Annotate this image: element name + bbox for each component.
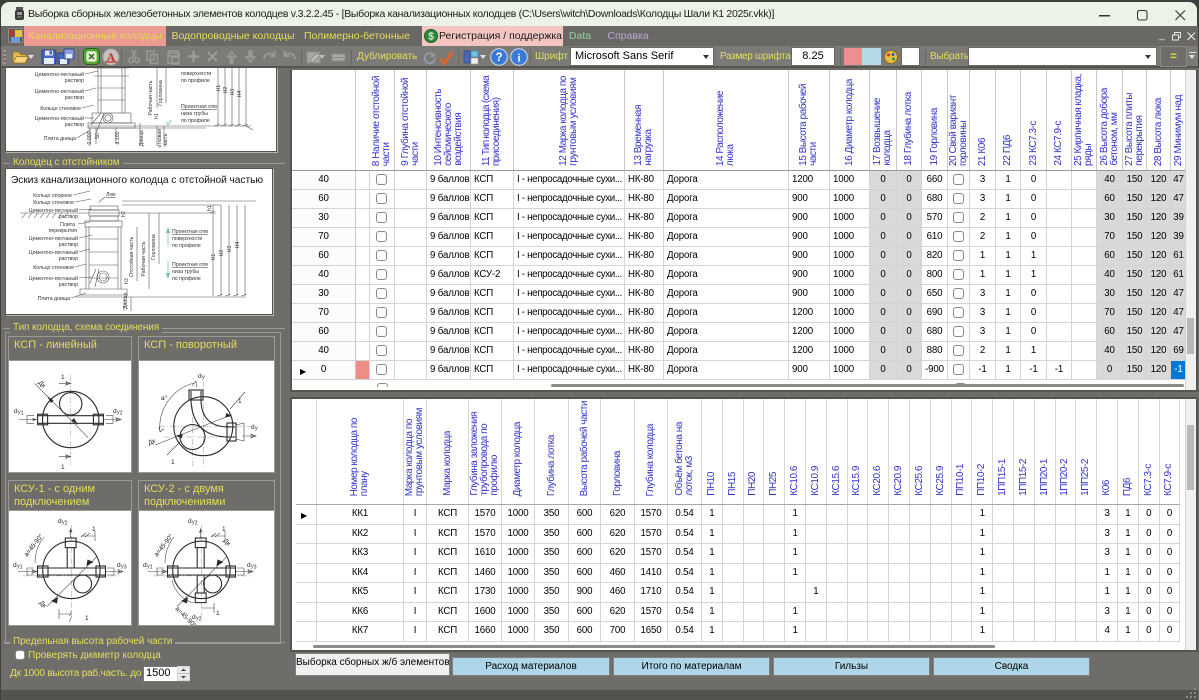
svg-text:Кольцо стеновое: Кольцо стеновое bbox=[33, 200, 74, 206]
svg-text:раствор: раствор bbox=[59, 256, 78, 262]
svg-text:низа трубы: низа трубы bbox=[172, 269, 199, 275]
svg-text:Н3: Н3 bbox=[230, 89, 236, 96]
svg-text:Цементно-песчаный: Цементно-песчаный bbox=[29, 235, 78, 242]
svg-text:Проектная отм: Проектная отм bbox=[172, 229, 208, 235]
svg-text:поверхности: поверхности bbox=[181, 71, 211, 77]
svg-text:1: 1 bbox=[85, 615, 89, 622]
svg-text:$: $ bbox=[428, 32, 434, 43]
svg-text:dУ2: dУ2 bbox=[58, 518, 68, 527]
svg-text:dУ3: dУ3 bbox=[117, 562, 127, 571]
svg-text:a°: a° bbox=[161, 394, 168, 402]
svg-text:Проектная отм: Проектная отм bbox=[172, 262, 208, 268]
svg-text:Проектная отм: Проектная отм bbox=[181, 104, 217, 110]
svg-text:dУ1: dУ1 bbox=[14, 408, 24, 417]
svg-text:Горловина: Горловина bbox=[151, 234, 157, 260]
svg-text:dУ3: dУ3 bbox=[247, 562, 257, 571]
svg-text:Горловина: Горловина bbox=[158, 80, 164, 106]
svg-text:низа трубы: низа трубы bbox=[181, 111, 208, 117]
svg-text:h1: h1 bbox=[207, 205, 213, 211]
svg-text:1: 1 bbox=[216, 610, 220, 617]
svg-text:1: 1 bbox=[222, 526, 226, 533]
svg-text:Рабочая часть: Рабочая часть bbox=[148, 80, 154, 115]
svg-text:перекрытия: перекрытия bbox=[49, 228, 78, 234]
svg-text:Н1: Н1 bbox=[216, 85, 222, 92]
svg-text:Кольцо стеновое: Кольцо стеновое bbox=[40, 106, 81, 112]
svg-text:Дк: Дк bbox=[147, 438, 156, 447]
svg-text:Н4: Н4 bbox=[235, 242, 241, 249]
svg-text:Н2: Н2 bbox=[219, 250, 225, 257]
svg-text:Дк: Дк bbox=[222, 537, 232, 547]
svg-text:h1: h1 bbox=[154, 113, 160, 119]
svg-text:раствор: раствор bbox=[65, 78, 84, 84]
svg-text:раствор: раствор bbox=[59, 282, 78, 288]
svg-text:Плита днища: Плита днища bbox=[38, 296, 70, 302]
svg-text:по профиле: по профиле bbox=[172, 276, 201, 282]
svg-text:раствор: раствор bbox=[65, 95, 84, 101]
svg-text:Эскиз канализационного колодца: Эскиз канализационного колодца с отстойн… bbox=[11, 175, 263, 186]
svg-text:h3: h3 bbox=[124, 278, 130, 284]
svg-text:?: ? bbox=[495, 52, 502, 64]
svg-text:1: 1 bbox=[61, 374, 65, 381]
svg-text:dУ1: dУ1 bbox=[13, 562, 23, 571]
svg-text:a=45-90°: a=45-90° bbox=[152, 532, 175, 558]
svg-text:dУ2: dУ2 bbox=[113, 408, 123, 417]
svg-text:Дк: Дк bbox=[38, 599, 48, 609]
svg-text:Цементно-песчаный: Цементно-песчаный bbox=[35, 115, 84, 122]
svg-text:Цементно-песчаный: Цементно-песчаный bbox=[29, 275, 78, 282]
svg-text:Дк: Дк bbox=[37, 379, 47, 389]
svg-text:по профиле: по профиле bbox=[172, 243, 201, 249]
svg-text:Отстойная часть: Отстойная часть bbox=[128, 237, 135, 278]
svg-text:dУ2: dУ2 bbox=[188, 518, 198, 527]
svg-text:раствор: раствор bbox=[59, 214, 78, 220]
svg-text:Н2: Н2 bbox=[223, 87, 229, 94]
svg-text:Цементно-песчаный: Цементно-песчаный bbox=[29, 249, 78, 256]
svg-text:по профиле: по профиле bbox=[181, 78, 210, 84]
svg-text:Плита днища: Плита днища bbox=[44, 136, 76, 142]
svg-text:1: 1 bbox=[171, 459, 175, 466]
svg-text:Н4: Н4 bbox=[237, 91, 243, 98]
svg-text:раствор: раствор bbox=[65, 122, 84, 128]
svg-text:по профиле: по профиле bbox=[181, 118, 210, 124]
svg-text:dУ: dУ bbox=[198, 373, 206, 382]
svg-text:1: 1 bbox=[238, 398, 242, 405]
svg-text:a=45-90°: a=45-90° bbox=[22, 532, 45, 558]
svg-text:1: 1 bbox=[61, 464, 65, 471]
svg-text:dУ1: dУ1 bbox=[143, 562, 153, 571]
svg-text:Рабочая часть: Рабочая часть bbox=[141, 241, 147, 276]
svg-text:dУ: dУ bbox=[251, 424, 259, 433]
svg-text:Н1: Н1 bbox=[211, 254, 217, 261]
svg-text:Люк: Люк bbox=[106, 192, 116, 198]
svg-text:Кольцо стеновое: Кольцо стеновое bbox=[33, 265, 74, 271]
svg-text:Кольцо опорное: Кольцо опорное bbox=[33, 193, 72, 199]
svg-text:Н3: Н3 bbox=[227, 246, 233, 253]
svg-text:h2: h2 bbox=[121, 211, 127, 217]
svg-text:Цементно-песчаный: Цементно-песчаный bbox=[35, 88, 84, 95]
svg-text:раствор: раствор bbox=[59, 242, 78, 248]
svg-text:1: 1 bbox=[92, 526, 96, 533]
svg-text:Цементно-песчаный: Цементно-песчаный bbox=[35, 71, 84, 78]
svg-text:поверхности: поверхности bbox=[172, 236, 202, 242]
